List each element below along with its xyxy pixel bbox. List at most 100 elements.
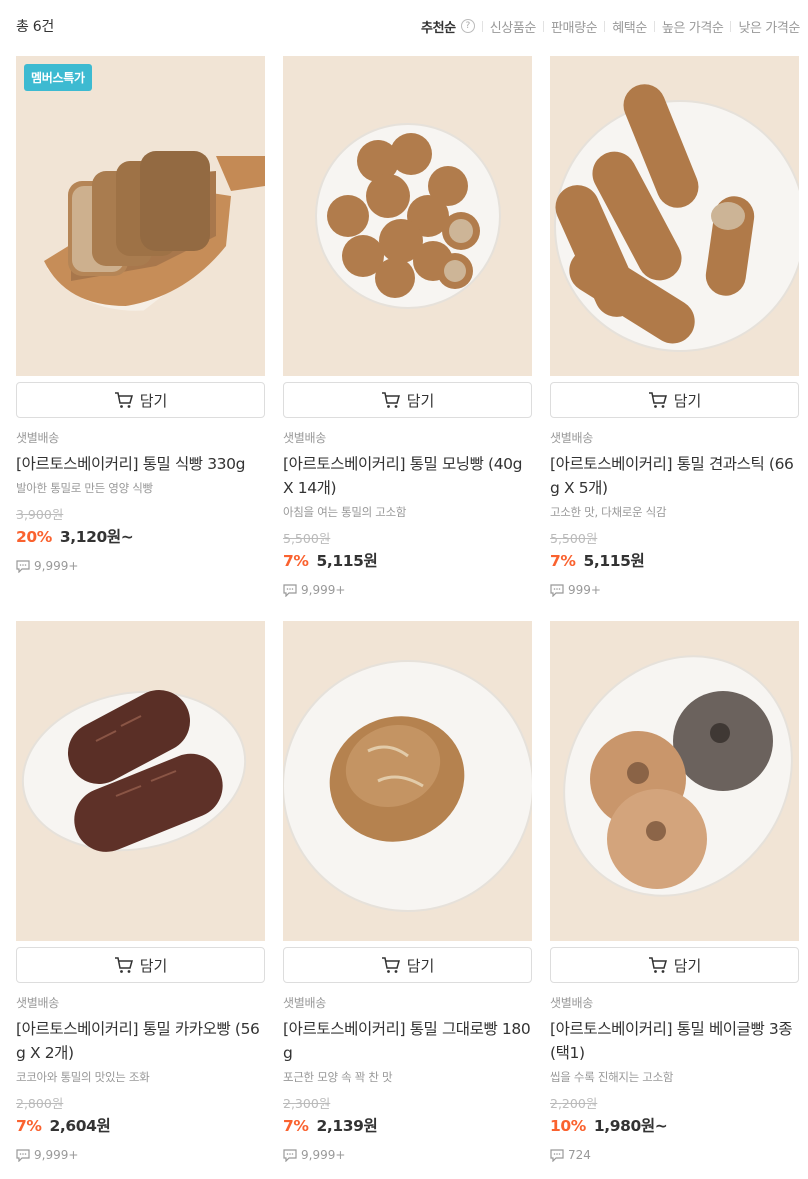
review-count-value: 9,999+: [34, 1148, 79, 1162]
product-image-plain-bread[interactable]: [283, 621, 532, 941]
add-to-cart-label: 담기: [406, 391, 435, 410]
delivery-type: 샛별배송: [283, 431, 326, 445]
total-count: 총 6건: [16, 19, 54, 35]
discount-rate: 7%: [283, 1117, 309, 1135]
sale-price: 5,115원: [316, 552, 378, 570]
divider: [604, 20, 606, 32]
add-to-cart-button[interactable]: 담기: [283, 382, 532, 418]
delivery-type: 샛별배송: [16, 996, 59, 1010]
add-to-cart-button[interactable]: 담기: [16, 382, 265, 418]
price-row: 20% 3,120원~: [16, 525, 265, 547]
product-description: 아침을 여는 통밀의 고소함: [283, 505, 407, 519]
product-image-bagels[interactable]: [550, 621, 799, 941]
add-to-cart-label: 담기: [139, 391, 168, 410]
review-count: 724: [550, 1148, 799, 1162]
add-to-cart-button[interactable]: 담기: [550, 382, 799, 418]
add-to-cart-label: 담기: [406, 956, 435, 975]
review-count-value: 724: [568, 1148, 591, 1162]
help-icon[interactable]: ?: [460, 19, 475, 33]
divider: [653, 20, 655, 32]
cart-icon: [381, 957, 400, 973]
product-image-nut-sticks[interactable]: [550, 56, 799, 376]
product-name[interactable]: [아르토스베이커리] 통밀 식빵 330g: [16, 452, 265, 476]
review-count: 9,999+: [283, 583, 532, 597]
sale-price: 3,120원~: [59, 528, 134, 546]
cart-icon: [381, 392, 400, 408]
review-count: 9,999+: [283, 1148, 532, 1162]
cart-icon: [648, 957, 667, 973]
price-row: 7% 2,139원: [283, 1114, 532, 1136]
original-price: 5,500원: [283, 531, 331, 546]
divider: [542, 20, 544, 32]
product-name[interactable]: [아르토스베이커리] 통밀 베이글빵 3종 (택1): [550, 1017, 799, 1065]
delivery-type: 샛별배송: [16, 431, 59, 445]
list-toolbar: 총 6건 추천순 ? 신상품순 판매량순 혜택순 높은 가격순 낮은 가격순: [16, 14, 800, 38]
add-to-cart-button[interactable]: 담기: [16, 947, 265, 983]
comment-icon: [16, 1148, 30, 1162]
sort-best-selling[interactable]: 판매량순: [551, 17, 598, 36]
comment-icon: [283, 1148, 297, 1162]
comment-icon: [283, 583, 297, 597]
review-count-value: 9,999+: [301, 583, 346, 597]
product-card[interactable]: 담기 샛별배송 [아르토스베이커리] 통밀 견과스틱 (66g X 5개) 고소…: [550, 56, 799, 597]
divider: [730, 20, 732, 32]
comment-icon: [16, 559, 30, 573]
divider: [481, 20, 483, 32]
product-image-cacao-bread[interactable]: [16, 621, 265, 941]
sort-price-low[interactable]: 낮은 가격순: [738, 17, 800, 36]
product-description: 씹을 수록 진해지는 고소함: [550, 1070, 674, 1084]
sale-price: 2,139원: [316, 1117, 378, 1135]
price-row: 10% 1,980원~: [550, 1114, 799, 1136]
sort-options: 추천순 ? 신상품순 판매량순 혜택순 높은 가격순 낮은 가격순: [421, 17, 800, 36]
review-count-value: 9,999+: [301, 1148, 346, 1162]
cart-icon: [648, 392, 667, 408]
member-special-badge: 멤버스특가: [24, 64, 92, 91]
add-to-cart-button[interactable]: 담기: [283, 947, 532, 983]
review-count: 999+: [550, 583, 799, 597]
discount-rate: 7%: [283, 552, 309, 570]
product-card[interactable]: 멤버스특가 담기 샛별배송 [아르토스베이커리] 통밀 식빵 330g 발아한 …: [16, 56, 265, 573]
original-price: 2,300원: [283, 1096, 331, 1111]
sort-recommended[interactable]: 추천순: [421, 17, 456, 36]
product-name[interactable]: [아르토스베이커리] 통밀 카카오빵 (56g X 2개): [16, 1017, 265, 1065]
product-name[interactable]: [아르토스베이커리] 통밀 견과스틱 (66g X 5개): [550, 452, 799, 500]
product-image-whole-wheat-bread[interactable]: 멤버스특가: [16, 56, 265, 376]
delivery-type: 샛별배송: [283, 996, 326, 1010]
sale-price: 5,115원: [583, 552, 645, 570]
original-price: 2,800원: [16, 1096, 64, 1111]
review-count-value: 9,999+: [34, 559, 79, 573]
review-count: 9,999+: [16, 1148, 265, 1162]
sort-price-high[interactable]: 높은 가격순: [662, 17, 724, 36]
review-count: 9,999+: [16, 559, 265, 573]
product-name[interactable]: [아르토스베이커리] 통밀 그대로빵 180g: [283, 1017, 532, 1065]
product-card[interactable]: 담기 샛별배송 [아르토스베이커리] 통밀 베이글빵 3종 (택1) 씹을 수록…: [550, 621, 799, 1162]
discount-rate: 20%: [16, 528, 52, 546]
product-card[interactable]: 담기 샛별배송 [아르토스베이커리] 통밀 그대로빵 180g 포근한 모양 속…: [283, 621, 532, 1162]
price-row: 7% 2,604원: [16, 1114, 265, 1136]
product-card[interactable]: 담기 샛별배송 [아르토스베이커리] 통밀 카카오빵 (56g X 2개) 코코…: [16, 621, 265, 1162]
product-card[interactable]: 담기 샛별배송 [아르토스베이커리] 통밀 모닝빵 (40g X 14개) 아침…: [283, 56, 532, 597]
delivery-type: 샛별배송: [550, 996, 593, 1010]
sort-benefit[interactable]: 혜택순: [612, 17, 647, 36]
add-to-cart-label: 담기: [139, 956, 168, 975]
sale-price: 2,604원: [49, 1117, 111, 1135]
discount-rate: 7%: [16, 1117, 42, 1135]
cart-icon: [114, 392, 133, 408]
original-price: 2,200원: [550, 1096, 598, 1111]
add-to-cart-button[interactable]: 담기: [550, 947, 799, 983]
product-name[interactable]: [아르토스베이커리] 통밀 모닝빵 (40g X 14개): [283, 452, 532, 500]
review-count-value: 999+: [568, 583, 601, 597]
sale-price: 1,980원~: [593, 1117, 668, 1135]
product-image-morning-rolls[interactable]: [283, 56, 532, 376]
delivery-type: 샛별배송: [550, 431, 593, 445]
price-row: 7% 5,115원: [550, 549, 799, 571]
product-description: 발아한 통밀로 만든 영양 식빵: [16, 481, 153, 495]
product-description: 포근한 모양 속 꽉 찬 맛: [283, 1070, 393, 1084]
sort-newest[interactable]: 신상품순: [490, 17, 537, 36]
product-description: 코코아와 통밀의 맛있는 조화: [16, 1070, 150, 1084]
add-to-cart-label: 담기: [673, 956, 702, 975]
add-to-cart-label: 담기: [673, 391, 702, 410]
original-price: 5,500원: [550, 531, 598, 546]
product-description: 고소한 맛, 다채로운 식감: [550, 505, 667, 519]
cart-icon: [114, 957, 133, 973]
